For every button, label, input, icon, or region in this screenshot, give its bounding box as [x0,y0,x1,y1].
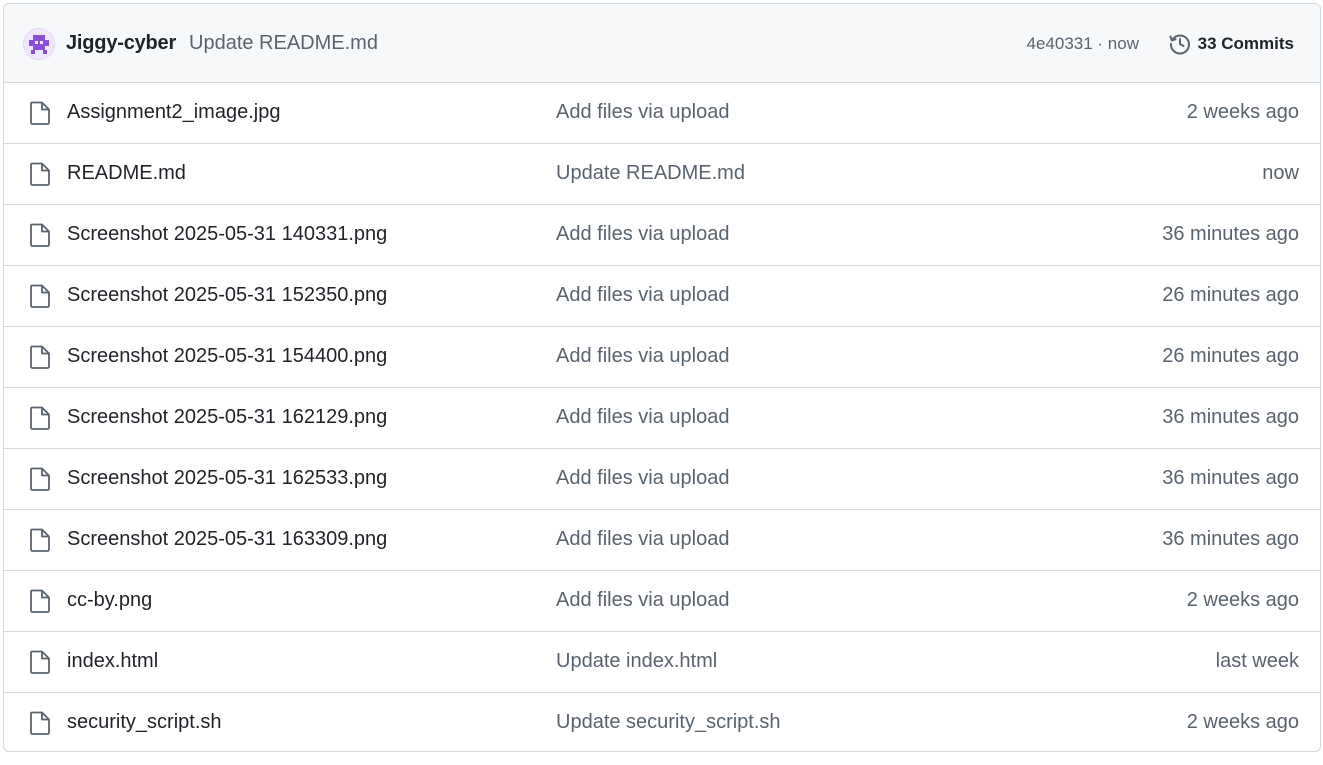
commit-author-link[interactable]: Jiggy-cyber [66,32,176,55]
file-commit-time: 36 minutes ago [1162,467,1299,489]
file-name-link[interactable]: security_script.sh [67,711,222,734]
file-name-link[interactable]: Screenshot 2025-05-31 152350.png [67,284,387,307]
file-commit-message-link[interactable]: Add files via upload [556,467,729,490]
file-commit-time: 2 weeks ago [1186,589,1299,611]
file-name-link[interactable]: index.html [67,650,158,673]
file-name-link[interactable]: Screenshot 2025-05-31 154400.png [67,345,387,368]
file-name-link[interactable]: README.md [67,162,186,185]
file-commit-time: 2 weeks ago [1186,711,1299,733]
file-commit-message-link[interactable]: Update README.md [556,162,745,185]
file-commit-message-link[interactable]: Add files via upload [556,284,729,307]
file-name-link[interactable]: cc-by.png [67,589,152,612]
file-commit-time: last week [1215,650,1299,672]
table-row[interactable]: Screenshot 2025-05-31 154400.png Add fil… [4,327,1320,388]
file-icon [29,101,51,125]
file-icon [29,528,51,552]
avatar[interactable] [23,28,55,60]
file-icon [29,284,51,308]
commits-count-label: 33 Commits [1197,34,1294,53]
table-row[interactable]: Screenshot 2025-05-31 140331.png Add fil… [4,205,1320,266]
file-icon [29,650,51,674]
table-row[interactable]: Screenshot 2025-05-31 162129.png Add fil… [4,388,1320,449]
file-name-link[interactable]: Assignment2_image.jpg [67,101,280,124]
file-commit-message-link[interactable]: Add files via upload [556,101,729,124]
file-commit-message-link[interactable]: Update security_script.sh [556,711,781,734]
file-icon [29,223,51,247]
file-icon [29,345,51,369]
file-commit-message-link[interactable]: Update index.html [556,650,717,673]
file-commit-time: 2 weeks ago [1186,101,1299,123]
file-commit-message-link[interactable]: Add files via upload [556,406,729,429]
file-icon [29,467,51,491]
file-icon [29,589,51,613]
commit-hash-time[interactable]: 4e40331 · now [1027,34,1139,54]
table-row[interactable]: cc-by.png Add files via upload 2 weeks a… [4,571,1320,632]
table-row[interactable]: index.html Update index.html last week [4,632,1320,693]
file-commit-message-link[interactable]: Add files via upload [556,589,729,612]
file-commit-time: 26 minutes ago [1162,345,1299,367]
history-icon [1169,34,1190,55]
file-commit-message-link[interactable]: Add files via upload [556,345,729,368]
file-commit-time: 36 minutes ago [1162,223,1299,245]
table-row[interactable]: README.md Update README.md now [4,144,1320,205]
file-commit-time: now [1262,162,1299,184]
commit-message-link[interactable]: Update README.md [189,32,378,55]
file-list-panel: Jiggy-cyber Update README.md 4e40331 · n… [3,3,1321,752]
file-icon [29,711,51,735]
identicon-avatar-icon [29,35,49,54]
table-row[interactable]: security_script.sh Update security_scrip… [4,693,1320,751]
file-table: Assignment2_image.jpg Add files via uplo… [4,83,1320,751]
latest-commit-header: Jiggy-cyber Update README.md 4e40331 · n… [4,4,1320,83]
file-commit-message-link[interactable]: Add files via upload [556,223,729,246]
file-commit-time: 36 minutes ago [1162,406,1299,428]
file-name-link[interactable]: Screenshot 2025-05-31 162533.png [67,467,387,490]
file-name-link[interactable]: Screenshot 2025-05-31 162129.png [67,406,387,429]
file-icon [29,162,51,186]
table-row[interactable]: Screenshot 2025-05-31 162533.png Add fil… [4,449,1320,510]
file-icon [29,406,51,430]
table-row[interactable]: Screenshot 2025-05-31 163309.png Add fil… [4,510,1320,571]
file-commit-time: 36 minutes ago [1162,528,1299,550]
table-row[interactable]: Screenshot 2025-05-31 152350.png Add fil… [4,266,1320,327]
table-row[interactable]: Assignment2_image.jpg Add files via uplo… [4,83,1320,144]
file-commit-message-link[interactable]: Add files via upload [556,528,729,551]
file-name-link[interactable]: Screenshot 2025-05-31 140331.png [67,223,387,246]
commits-history-link[interactable]: 33 Commits [1168,29,1294,59]
file-commit-time: 26 minutes ago [1162,284,1299,306]
file-name-link[interactable]: Screenshot 2025-05-31 163309.png [67,528,387,551]
